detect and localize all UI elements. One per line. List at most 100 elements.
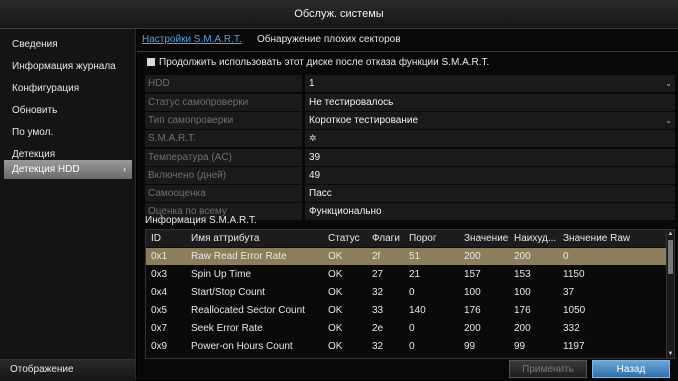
cell-worst: 99 xyxy=(514,341,526,352)
cell-id: 0x9 xyxy=(151,341,168,352)
smart-settings-cell: ✲ xyxy=(305,130,675,147)
cell-worst: 253 xyxy=(514,356,562,358)
column-header-threshold: Порог xyxy=(409,233,437,244)
continue-use-checkbox[interactable] xyxy=(147,58,155,66)
cell-id: 0x3 xyxy=(151,269,168,280)
cell-flags: 27 xyxy=(372,269,384,280)
gear-icon[interactable]: ✲ xyxy=(309,133,317,143)
cell-id: 0xa xyxy=(151,356,191,358)
chevron-down-icon: ⌄ xyxy=(665,116,672,125)
cell-attribute: Start/Stop Count xyxy=(191,287,265,298)
scroll-down-icon[interactable]: ▼ xyxy=(667,350,674,358)
sidebar-item-info[interactable]: Сведения xyxy=(4,35,132,54)
selftest-type-label: Тип самопроверки xyxy=(145,112,302,129)
self-assessment-label: Самооценка xyxy=(145,185,302,202)
main-panel: Настройки S.M.A.R.T. Обнаружение плохих … xyxy=(137,29,678,380)
cell-attribute: Reallocated Sector Count xyxy=(191,305,305,316)
cell-raw-value: 1150 xyxy=(563,269,585,280)
cell-value: 100 xyxy=(464,356,514,358)
temperature-row: Температура (AC) 39 xyxy=(145,149,675,166)
scrollbar-thumb[interactable] xyxy=(668,240,673,274)
cell-threshold: 0 xyxy=(409,287,415,298)
table-row[interactable]: 0x4 Start/Stop Count OK 32 0 100 100 37 xyxy=(146,284,668,301)
cell-value: 200 xyxy=(464,251,481,262)
cell-flags: 32 xyxy=(372,356,406,358)
selftest-type-select[interactable]: Короткое тестирование ⌄ xyxy=(305,112,675,129)
cell-value: 99 xyxy=(464,341,476,352)
smart-label: S.M.A.R.T. xyxy=(145,130,302,147)
cell-value: 157 xyxy=(464,269,481,280)
cell-raw-value: 1197 xyxy=(563,341,585,352)
cell-raw-value: 37 xyxy=(563,287,575,298)
cell-raw-value: 0 xyxy=(563,356,663,358)
table-row[interactable]: 0x9 Power-on Hours Count OK 32 0 99 99 1197 xyxy=(146,338,668,355)
cell-raw-value: 332 xyxy=(563,323,580,334)
cell-attribute: Spin Up Time xyxy=(191,269,252,280)
selftest-status-label: Статус самопроверки xyxy=(145,94,302,111)
table-row[interactable]: 0x7 Seek Error Rate OK 2e 0 200 200 332 xyxy=(146,320,668,337)
selftest-type-row: Тип самопроверки Короткое тестирование ⌄ xyxy=(145,112,675,129)
table-row[interactable]: 0x3 Spin Up Time OK 27 21 157 153 1150 xyxy=(146,266,668,283)
cell-status: OK xyxy=(328,269,343,280)
tab-smart-settings[interactable]: Настройки S.M.A.R.T. xyxy=(142,34,242,45)
cell-raw-value: 0 xyxy=(563,251,569,262)
sidebar-item-upgrade[interactable]: Обновить xyxy=(4,101,132,120)
cell-attribute: Raw Read Error Rate xyxy=(191,251,287,262)
column-header-worst: Наихуд... xyxy=(514,233,557,244)
column-header-id: ID xyxy=(151,233,161,244)
tab-bar: Настройки S.M.A.R.T. Обнаружение плохих … xyxy=(137,29,678,52)
cell-id: 0x1 xyxy=(151,251,168,262)
cell-worst: 200 xyxy=(514,323,531,334)
cell-attribute: Spin Up Retry Count xyxy=(191,356,326,358)
table-row[interactable]: 0x5 Reallocated Sector Count OK 33 140 176 176… xyxy=(146,302,668,319)
hdd-select[interactable]: 1 ⌄ xyxy=(305,75,675,92)
power-on-row: Включено (дней) 49 xyxy=(145,167,675,184)
table-row[interactable]: 0x1 Raw Read Error Rate OK 2f 51 200 200 0 xyxy=(146,248,668,265)
self-assessment-value: Пасс xyxy=(305,185,675,202)
cell-flags: 32 xyxy=(372,341,384,352)
cell-flags: 33 xyxy=(372,305,384,316)
sidebar: Сведения Информация журнала Конфигурация… xyxy=(0,29,136,380)
sidebar-item-log-info[interactable]: Информация журнала xyxy=(4,57,132,76)
window-title: Обслуж. системы xyxy=(294,8,384,20)
apply-button[interactable]: Применить xyxy=(509,360,587,378)
sidebar-item-hdd-detection[interactable]: Детекция HDD › xyxy=(4,160,132,179)
selftest-status-value: Не тестировалось xyxy=(305,94,675,111)
selftest-status-row: Статус самопроверки Не тестировалось xyxy=(145,94,675,111)
cell-threshold: 140 xyxy=(409,305,426,316)
chevron-right-icon: › xyxy=(123,164,126,174)
sidebar-bottom-display[interactable]: Отображение xyxy=(0,359,135,381)
chevron-down-icon: ⌄ xyxy=(665,79,672,88)
power-on-value: 49 xyxy=(305,167,675,184)
cell-threshold: 0 xyxy=(409,356,461,358)
cell-worst: 200 xyxy=(514,251,531,262)
self-assessment-row: Самооценка Пасс xyxy=(145,185,675,202)
hdd-label: HDD xyxy=(145,75,302,92)
overall-assessment-value: Функционально xyxy=(305,203,675,220)
cell-id: 0x5 xyxy=(151,305,168,316)
tab-bad-sector-detection[interactable]: Обнаружение плохих секторов xyxy=(257,34,401,45)
title-bar: Обслуж. системы xyxy=(0,0,678,29)
column-header-value: Значение xyxy=(464,233,509,244)
continue-use-label: Продолжить использовать этот диске после… xyxy=(159,57,490,68)
hdd-row: HDD 1 ⌄ xyxy=(145,75,675,92)
temperature-label: Температура (AC) xyxy=(145,149,302,166)
sidebar-item-configuration[interactable]: Конфигурация xyxy=(4,79,132,98)
cell-id: 0x7 xyxy=(151,323,168,334)
scroll-up-icon[interactable]: ▲ xyxy=(667,230,674,238)
cell-flags: 32 xyxy=(372,287,384,298)
cell-value: 100 xyxy=(464,287,481,298)
cell-status: OK xyxy=(328,251,343,262)
table-scrollbar[interactable]: ▲ ▼ xyxy=(666,230,674,358)
column-header-raw-value: Значение Raw xyxy=(563,233,631,244)
cell-id: 0x4 xyxy=(151,287,168,298)
sidebar-item-label: Детекция HDD xyxy=(12,164,80,175)
table-row[interactable]: 0xaSpin Up Retry CountOK3201002530 xyxy=(146,356,668,358)
cell-threshold: 0 xyxy=(409,341,415,352)
cell-threshold: 51 xyxy=(409,251,421,262)
cell-value: 200 xyxy=(464,323,481,334)
sidebar-item-default[interactable]: По умол. xyxy=(4,123,132,142)
cell-worst: 176 xyxy=(514,305,531,316)
back-button[interactable]: Назад xyxy=(592,360,670,378)
cell-status: OK xyxy=(328,305,343,316)
